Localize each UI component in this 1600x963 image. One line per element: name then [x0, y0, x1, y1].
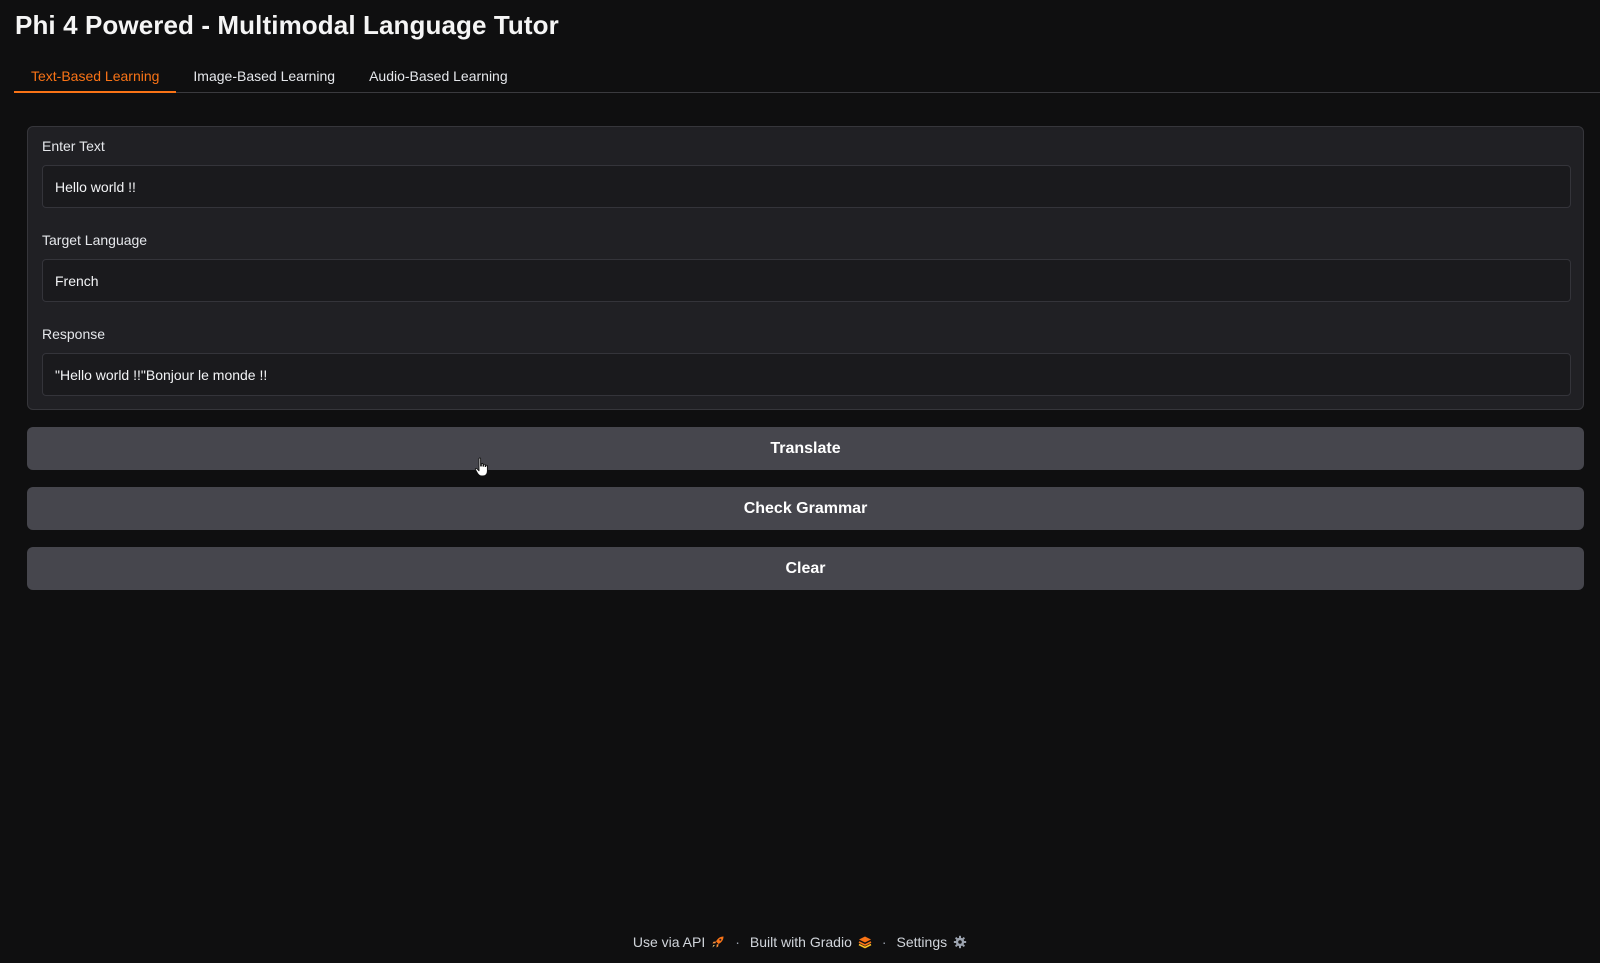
page-title: Phi 4 Powered - Multimodal Language Tuto…	[15, 10, 559, 40]
translate-button[interactable]: Translate	[27, 427, 1584, 470]
settings-label: Settings	[896, 934, 948, 950]
gradio-logo-icon	[858, 936, 872, 949]
footer: Use via API · Built with Gradio · Settin…	[0, 934, 1600, 950]
tab-image-based-learning[interactable]: Image-Based Learning	[176, 60, 352, 93]
response-output[interactable]	[42, 353, 1571, 396]
app-page: Phi 4 Powered - Multimodal Language Tuto…	[0, 0, 1600, 963]
enter-text-input[interactable]	[42, 165, 1571, 208]
text-learning-form: Enter Text Target Language Response	[27, 126, 1584, 410]
check-grammar-button[interactable]: Check Grammar	[27, 487, 1584, 530]
built-with-gradio-link[interactable]: Built with Gradio	[750, 934, 872, 950]
built-with-gradio-label: Built with Gradio	[749, 934, 852, 950]
response-label: Response	[42, 326, 106, 342]
use-via-api-link[interactable]: Use via API	[633, 934, 725, 950]
enter-text-label: Enter Text	[42, 138, 105, 154]
clear-button[interactable]: Clear	[27, 547, 1584, 590]
gear-icon	[953, 935, 967, 949]
footer-separator: ·	[735, 934, 740, 950]
use-via-api-label: Use via API	[632, 934, 706, 950]
tab-bar: Text-Based Learning Image-Based Learning…	[14, 60, 1600, 93]
rocket-icon	[712, 936, 724, 948]
hand-pointer-icon	[474, 457, 488, 477]
target-language-input[interactable]	[42, 259, 1571, 302]
tab-text-based-learning[interactable]: Text-Based Learning	[14, 60, 177, 93]
tab-audio-based-learning[interactable]: Audio-Based Learning	[352, 60, 525, 93]
settings-link[interactable]: Settings	[897, 934, 968, 950]
footer-separator: ·	[881, 934, 887, 950]
target-language-label: Target Language	[42, 232, 148, 248]
